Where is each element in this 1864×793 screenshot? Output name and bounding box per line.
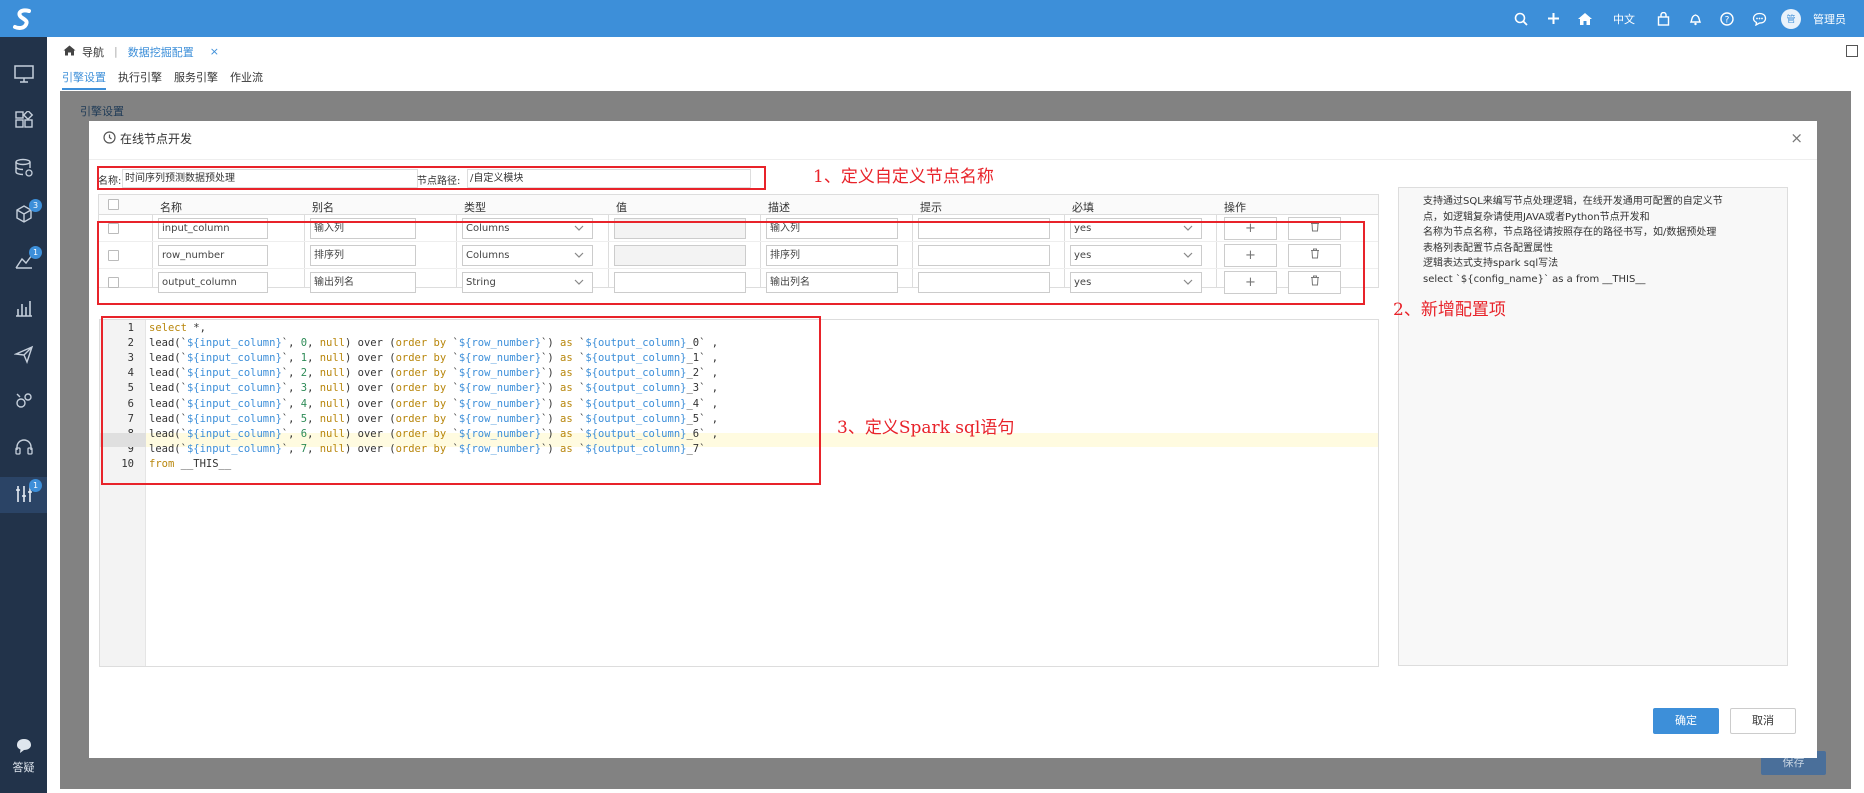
search-icon[interactable] [1511,12,1531,26]
logo-icon[interactable] [0,0,47,37]
fullscreen-icon[interactable] [1846,45,1858,57]
notification-badge: 1 [29,246,42,259]
divider [89,159,1817,160]
tab-engine-settings[interactable]: 引擎设置 [62,66,106,90]
hint-line: 表格列表配置节点各配置属性 [1423,242,1553,254]
tab-execution-engine[interactable]: 执行引擎 [118,66,162,90]
column-header: 名称 [160,201,182,214]
hint-panel: 支持通过SQL来编写节点处理逻辑，在线开发通用可配置的自定义节 点，如逻辑复杂请使… [1398,187,1788,666]
dialog-title: 在线节点开发 [103,130,192,147]
sidebar-item-settings-flow[interactable] [0,384,47,420]
column-header: 描述 [768,201,790,214]
annotation-box-sql [101,316,821,485]
table-header: 名称 别名 类型 值 描述 提示 必填 操作 [99,195,1378,215]
hint-line: 逻辑表达式支持spark sql写法 [1423,258,1559,269]
tab-service-engine[interactable]: 服务引擎 [174,66,218,90]
column-header: 别名 [312,201,334,214]
notification-badge: 3 [29,199,42,212]
sidebar-item-model[interactable]: 1 [0,244,47,280]
bag-icon[interactable] [1653,11,1673,26]
home-icon[interactable] [63,45,76,59]
plus-icon[interactable] [1543,12,1563,25]
breadcrumb-tab[interactable]: 数据挖掘配置 [128,44,194,60]
column-header: 必填 [1072,201,1094,214]
hint-line: 名称为节点名称，节点路径请按照存在的路径书写，如/数据预处理 [1423,227,1717,238]
close-icon[interactable]: × [1790,129,1803,147]
sidebar-item-cubes[interactable]: 3 [0,197,47,233]
language-switch[interactable]: 中文 [1613,11,1635,27]
breadcrumb-separator: | [114,45,118,58]
annotation-text: 2、新增配置项 [1393,300,1506,320]
sidebar-item-send[interactable] [0,337,47,373]
notification-badge: 1 [29,479,42,492]
sidebar-item-database[interactable] [0,151,47,187]
select-all-checkbox[interactable] [108,199,119,210]
column-header: 提示 [920,201,942,214]
annotation-box-config [97,221,1365,305]
breadcrumb: 导航 | 数据挖掘配置 × [47,37,1864,66]
dialog-title-text: 在线节点开发 [120,132,193,146]
chat-icon[interactable] [1749,12,1769,26]
help-label: 答疑 [12,761,35,774]
gears-icon [14,391,34,414]
hint-line: 点，如逻辑复杂请使用JAVA或者Python节点开发和 [1423,211,1650,223]
cancel-button[interactable]: 取消 [1730,708,1796,734]
sidebar-item-apps[interactable] [0,104,47,140]
column-header: 操作 [1224,201,1246,214]
sidebar-item-tools[interactable]: 1 [0,477,47,513]
headset-icon [14,437,34,460]
help-icon[interactable]: ? [1717,11,1737,26]
background-section-label: 引擎设置 [80,105,124,118]
top-right-toolbar: 中文 ? 管 管理员 [1511,0,1846,37]
avatar[interactable]: 管 [1781,8,1801,29]
sidebar-item-monitor[interactable] [0,57,47,93]
help-bubble-icon [0,738,47,757]
confirm-button[interactable]: 确定 [1653,708,1719,734]
column-header: 类型 [464,201,486,214]
hint-line: 支持通过SQL来编写节点处理逻辑，在线开发通用可配置的自定义节 [1423,196,1723,207]
bar-chart-icon [14,298,34,321]
send-icon [12,344,34,367]
breadcrumb-home[interactable]: 导航 [82,44,104,60]
bell-icon[interactable] [1685,12,1705,26]
engine-tabs: 引擎设置 执行引擎 服务引擎 作业流 [62,66,263,90]
sidebar-item-chart[interactable] [0,291,47,327]
sidebar: 3 1 1 答疑 [0,37,47,793]
clock-icon [103,130,116,147]
hint-line: select `${config_name}` as a from __THIS… [1423,273,1646,285]
sidebar-help[interactable]: 答疑 [0,738,47,775]
close-tab-icon[interactable]: × [210,45,219,58]
annotation-text: 1、定义自定义节点名称 [813,167,994,187]
sidebar-item-service[interactable] [0,430,47,466]
tab-workflow[interactable]: 作业流 [230,66,263,90]
annotation-text: 3、定义Spark sql语句 [837,418,1015,438]
svg-text:?: ? [1725,15,1730,25]
user-name[interactable]: 管理员 [1813,11,1846,27]
home-icon[interactable] [1575,12,1595,26]
database-icon [14,158,34,181]
monitor-icon [13,64,34,86]
top-bar: 中文 ? 管 管理员 [0,0,1864,37]
apps-icon [14,109,34,134]
column-header: 值 [616,201,627,214]
annotation-box-name [97,166,766,190]
